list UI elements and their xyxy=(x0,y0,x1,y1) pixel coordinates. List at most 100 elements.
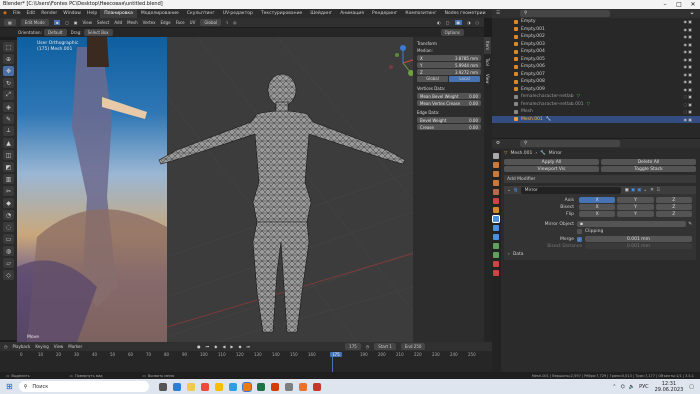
app-icon[interactable] xyxy=(214,382,223,391)
delete-all-button[interactable]: Delete All xyxy=(601,159,696,165)
menu-help[interactable]: Help xyxy=(84,9,100,18)
chrome-icon[interactable] xyxy=(200,382,209,391)
tab-texture-paint[interactable]: Текстурирование xyxy=(257,9,306,18)
playback-menu[interactable]: Playback xyxy=(13,344,31,349)
outliner-search-field[interactable]: ⚲ xyxy=(520,10,611,17)
reference-image[interactable] xyxy=(17,37,167,342)
merge-distance-field[interactable]: 0.001 mm xyxy=(585,236,692,242)
maximize-icon[interactable]: □ xyxy=(672,0,686,9)
measure-icon[interactable]: ⟂ xyxy=(3,126,14,136)
menu-select[interactable]: Select xyxy=(97,20,109,25)
tab-uv-editing[interactable]: UV-редактор xyxy=(219,9,257,18)
flip-x-toggle[interactable]: X xyxy=(579,211,616,217)
shrink-fatten-icon[interactable]: ◍ xyxy=(3,246,14,256)
list-item[interactable]: Empty.009 ◉ ▣ xyxy=(492,86,700,94)
list-item[interactable]: Empty.008 ◉ ▣ xyxy=(492,78,700,86)
local-button[interactable]: Local xyxy=(449,76,480,82)
tab-animation[interactable]: Анимация xyxy=(336,9,368,18)
menu-window[interactable]: Window xyxy=(60,9,84,18)
shading-solid-icon[interactable]: ● xyxy=(454,20,462,25)
tool-tab-icon[interactable] xyxy=(493,153,499,159)
shear-icon[interactable]: ▱ xyxy=(3,258,14,268)
list-item[interactable]: femalecharacter-netlab ▽ ◌ ▣ xyxy=(492,93,700,101)
tab-rendering[interactable]: Рендеринг xyxy=(368,9,401,18)
eye-icon[interactable]: ◉ ▣ xyxy=(683,49,692,54)
menu-edit[interactable]: Edit xyxy=(23,9,38,18)
shading-material-icon[interactable]: ◑ xyxy=(467,20,471,25)
end-frame-field[interactable]: End 250 xyxy=(400,343,426,350)
start-frame-field[interactable]: Start 1 xyxy=(374,343,396,350)
cursor-icon[interactable]: ⊕ xyxy=(3,54,14,64)
modifier-tab-icon[interactable] xyxy=(492,215,500,223)
eye-icon[interactable]: ◉ ▣ xyxy=(683,72,692,77)
smooth-icon[interactable]: ◌ xyxy=(3,222,14,232)
menu-file[interactable]: File xyxy=(10,9,24,18)
preview-range-icon[interactable]: ◷ xyxy=(366,344,370,349)
blender-logo-icon[interactable]: ◉ xyxy=(0,9,10,18)
data-tab-icon[interactable] xyxy=(493,252,499,258)
app3-icon[interactable] xyxy=(298,382,307,391)
outliner-editor-icon[interactable]: ☰ xyxy=(496,11,500,16)
list-item[interactable]: Empty ◉ ▣ xyxy=(492,18,700,26)
knife-icon[interactable]: ✂ xyxy=(3,186,14,196)
render-toggle-icon[interactable]: ▣ xyxy=(637,188,641,193)
timeline-editor-icon[interactable]: ◷ xyxy=(4,344,8,349)
crease-field[interactable]: Crease 0.00 xyxy=(417,124,481,130)
material-tab-icon[interactable] xyxy=(493,261,499,267)
viewport-toggle-icon[interactable]: ▣ xyxy=(631,188,635,193)
vertex-select-icon[interactable]: ▪ xyxy=(53,20,61,25)
mean-vertex-crease-field[interactable]: Mean Vertex Crease 0.00 xyxy=(417,100,481,106)
axis-x-toggle[interactable]: X xyxy=(579,197,616,203)
editor-type-icon[interactable]: ▦ xyxy=(4,19,16,26)
tab-compositing[interactable]: Композитинг xyxy=(401,9,440,18)
properties-editor-icon[interactable]: ⚙ xyxy=(496,141,500,146)
particles-tab-icon[interactable] xyxy=(493,225,499,231)
tab-item[interactable]: Item xyxy=(484,37,491,55)
close-icon[interactable]: ✕ xyxy=(686,0,700,9)
app4-icon[interactable] xyxy=(312,382,321,391)
edit-mode-toggle-icon[interactable]: ▣ xyxy=(625,188,629,193)
tab-modeling[interactable]: Моделирование xyxy=(137,9,183,18)
eye-icon[interactable]: ◉ ▣ xyxy=(683,27,692,32)
menu-render[interactable]: Render xyxy=(38,9,60,18)
tab-view[interactable]: View xyxy=(484,70,491,88)
file-explorer-icon[interactable] xyxy=(186,382,195,391)
view-menu[interactable]: View xyxy=(54,344,64,349)
tab-sculpting[interactable]: Скульптинг xyxy=(183,9,219,18)
eye-icon[interactable]: ◉ ▣ xyxy=(683,87,692,92)
menu-mesh[interactable]: Mesh xyxy=(127,20,138,25)
spin-icon[interactable]: ◔ xyxy=(3,210,14,220)
marker-menu[interactable]: Marker xyxy=(68,344,82,349)
menu-face[interactable]: Face xyxy=(176,20,185,25)
eye-icon[interactable]: ◉ ▣ xyxy=(683,34,692,39)
eye-icon[interactable]: ◉ ▣ xyxy=(683,117,692,122)
drag-handle-icon[interactable]: ⠿ xyxy=(657,188,660,193)
flip-z-toggle[interactable]: Z xyxy=(655,211,692,217)
overlay-icon[interactable]: ◐ xyxy=(437,20,441,25)
list-item[interactable]: Empty.001 ◉ ▣ xyxy=(492,26,700,34)
proportional-edit-icon[interactable]: ◎ xyxy=(233,20,237,25)
list-item[interactable]: Empty.007 ◉ ▣ xyxy=(492,71,700,79)
transform-title[interactable]: Transform xyxy=(417,41,485,46)
median-x-field[interactable]: X 3.8785 mm xyxy=(417,55,481,61)
bisect-z-toggle[interactable]: Z xyxy=(655,204,692,210)
transform-orientation-selector[interactable]: Global xyxy=(200,19,222,26)
axis-y-toggle[interactable]: Y xyxy=(617,197,654,203)
network-icon[interactable]: ⌬ xyxy=(620,384,624,390)
eye-icon[interactable]: ◉ ▣ xyxy=(683,79,692,84)
scale-icon[interactable]: ⤢ xyxy=(3,90,14,100)
shading-rendered-icon[interactable]: ○ xyxy=(476,20,480,25)
merge-checkbox[interactable]: ✓ xyxy=(577,236,582,242)
texture-tab-icon[interactable] xyxy=(493,270,499,276)
constraints-tab-icon[interactable] xyxy=(493,243,499,249)
list-item[interactable]: Mesh ◌ ▣ xyxy=(492,108,700,116)
minimize-icon[interactable]: – xyxy=(658,0,672,9)
mode-selector[interactable]: Edit Mode xyxy=(20,19,49,26)
powerpoint-icon[interactable] xyxy=(270,382,279,391)
list-item[interactable]: Empty.002 ◉ ▣ xyxy=(492,33,700,41)
dropdown-icon[interactable]: ⌄ xyxy=(643,188,647,193)
mesh-model[interactable] xyxy=(157,72,407,337)
menu-uv[interactable]: UV xyxy=(190,20,196,25)
render-tab-icon[interactable] xyxy=(493,162,499,168)
rip-icon[interactable]: ◇ xyxy=(3,270,14,280)
